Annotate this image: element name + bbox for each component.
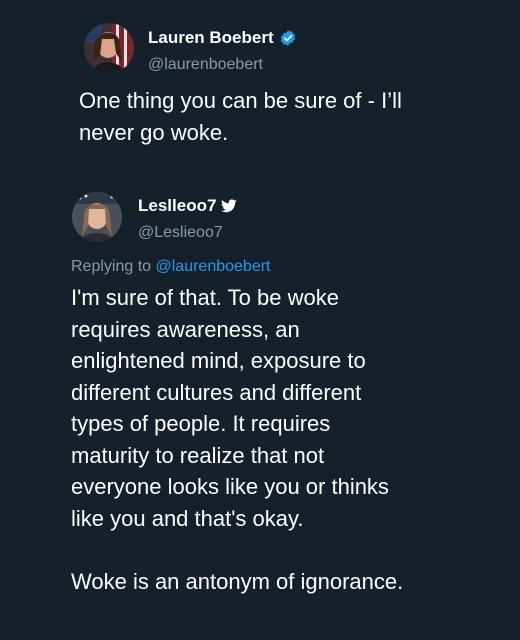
bird-icon (221, 199, 238, 213)
handle[interactable]: @Leslieoo7 (138, 224, 223, 242)
tweet-text: I'm sure of that. To be woke requires aw… (71, 285, 404, 594)
tweet-text: One thing you can be sure of - I’ll neve… (79, 88, 402, 145)
profile-photo-icon (84, 23, 134, 73)
display-name[interactable]: Lauren Boebert (148, 28, 297, 48)
handle[interactable]: @laurenboebert (148, 56, 263, 74)
avatar[interactable] (84, 23, 134, 73)
display-name-text: Lauren Boebert (148, 28, 274, 47)
replying-to-label: Replying to (71, 258, 152, 275)
original-tweet: Lauren Boebert @laurenboebert One thing … (0, 0, 520, 170)
display-name-text: Leslleoo7 (138, 196, 217, 215)
reply-tweet: Leslleoo7 @Leslieoo7 Replying to @lauren… (0, 170, 520, 640)
profile-photo-icon (72, 192, 122, 242)
display-name[interactable]: Leslleoo7 (138, 196, 238, 216)
replying-to: Replying to @laurenboebert (71, 258, 270, 276)
avatar[interactable] (72, 192, 122, 242)
verified-badge-icon (280, 30, 295, 46)
replying-to-link[interactable]: @laurenboebert (156, 258, 271, 275)
